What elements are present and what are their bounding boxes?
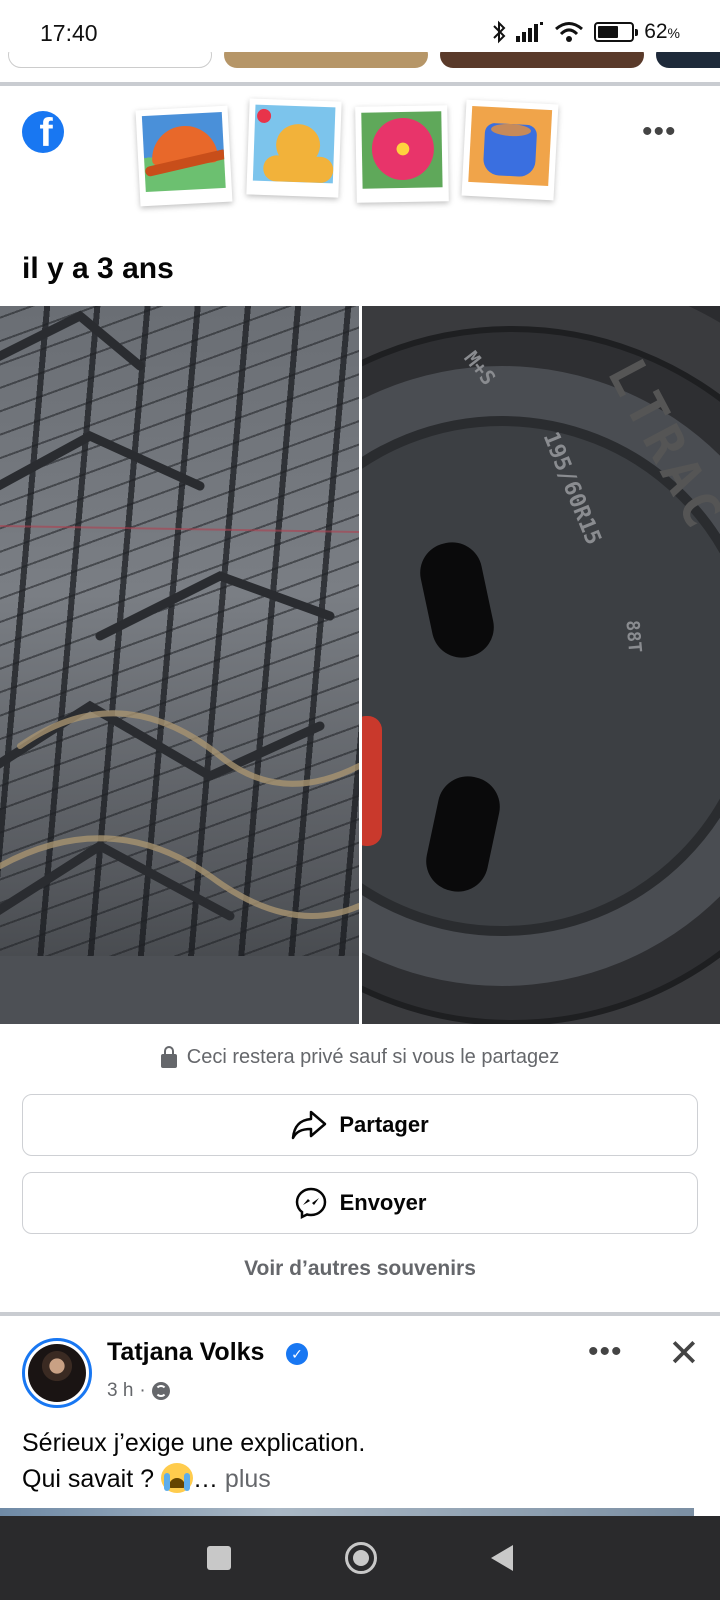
author-name[interactable]: Tatjana Volks	[107, 1338, 264, 1367]
see-more-memories-link[interactable]: Voir d’autres souvenirs	[0, 1257, 720, 1281]
memory-date: il y a 3 ans	[22, 252, 174, 285]
more-options-icon[interactable]: •••	[642, 117, 677, 147]
back-button[interactable]	[491, 1545, 513, 1571]
flower-sticker-icon	[355, 105, 449, 203]
next-post-image-edge	[0, 1508, 694, 1516]
share-icon	[292, 1110, 327, 1140]
previous-card-strip	[0, 52, 720, 70]
lock-icon	[160, 1045, 177, 1068]
tire-tread-photo	[0, 306, 359, 1024]
battery-icon	[594, 22, 639, 42]
verified-badge-icon: ✓	[286, 1343, 308, 1365]
privacy-note: Ceci restera privé sauf si vous le parta…	[0, 1045, 720, 1069]
tire-sidewall-photo: M+S 195/60R15 88T LTRAC	[362, 306, 720, 1024]
signal-icon	[516, 22, 544, 42]
status-time: 17:40	[40, 20, 98, 46]
section-divider	[0, 82, 720, 86]
home-button[interactable]	[345, 1542, 377, 1574]
messenger-icon	[295, 1187, 326, 1220]
post-body: Sérieux j’exige une explication. Qui sav…	[22, 1425, 365, 1497]
close-post-button[interactable]: ✕	[668, 1334, 700, 1372]
share-button[interactable]: Partager	[22, 1094, 698, 1156]
crying-face-icon	[160, 1463, 193, 1493]
memory-photo[interactable]: M+S 195/60R15 88T LTRAC	[0, 306, 720, 1024]
coffee-sticker-icon	[461, 99, 559, 201]
privacy-text: Ceci restera privé sauf si vous le parta…	[186, 1046, 560, 1068]
battery-percent: 62%	[644, 20, 680, 43]
wifi-icon	[555, 22, 584, 42]
hat-sticker-icon	[135, 105, 233, 207]
dog-sticker-icon	[246, 98, 342, 198]
status-icons: 62%	[492, 20, 680, 44]
facebook-logo[interactable]: f	[22, 111, 64, 153]
post-more-options-icon[interactable]: •••	[588, 1337, 623, 1367]
post-text-line1: Sérieux j’exige une explication.	[22, 1429, 366, 1457]
bluetooth-icon	[493, 20, 506, 44]
red-marking	[362, 716, 382, 846]
system-nav-bar	[0, 1516, 720, 1600]
meta-separator: ·	[139, 1380, 146, 1401]
globe-icon	[151, 1382, 170, 1400]
section-divider	[0, 1312, 720, 1316]
post-time[interactable]: 3 h	[107, 1380, 133, 1402]
send-button[interactable]: Envoyer	[22, 1172, 698, 1234]
author-avatar[interactable]	[22, 1338, 92, 1408]
post-meta: 3 h ·	[107, 1380, 170, 1402]
sidewall-load-index: 88T	[621, 619, 646, 654]
post-text-line2: Qui savait ? … plus	[22, 1463, 271, 1493]
share-label: Partager	[339, 1112, 429, 1137]
send-label: Envoyer	[339, 1190, 427, 1215]
tread-pattern	[0, 310, 359, 1024]
recents-button[interactable]	[207, 1546, 231, 1570]
see-more-link[interactable]: plus	[225, 1465, 271, 1493]
